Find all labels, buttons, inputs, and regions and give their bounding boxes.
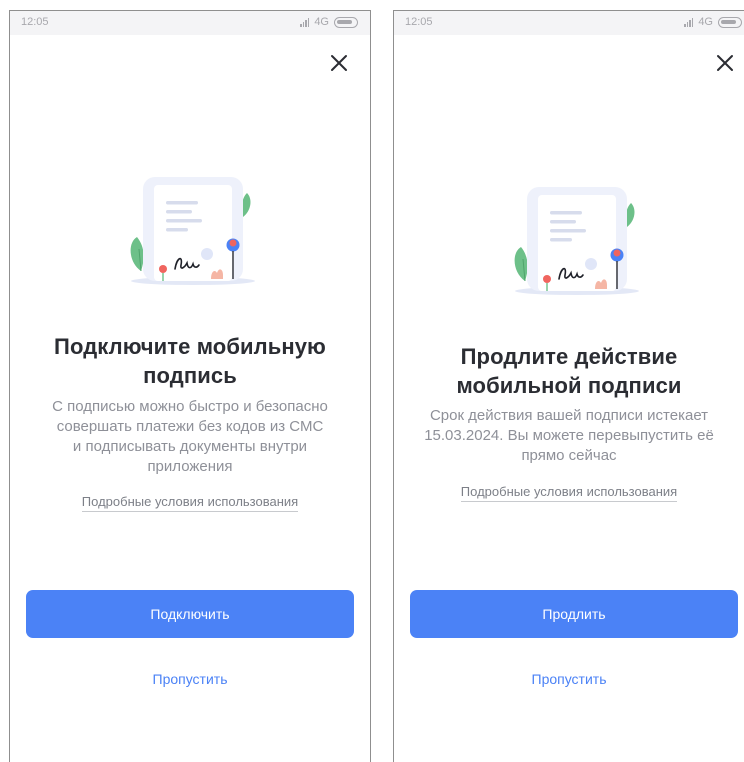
terms-link[interactable]: Подробные условия использования: [394, 484, 744, 502]
renew-button[interactable]: Продлить: [410, 590, 738, 638]
screen-description: Срок действия вашей подписи истекает 15.…: [424, 407, 714, 464]
status-bar: 12:05 4G: [394, 11, 744, 35]
terms-link[interactable]: Подробные условия использования: [10, 494, 370, 512]
status-time: 12:05: [405, 16, 433, 28]
close-icon[interactable]: [328, 52, 350, 74]
screenshot-canvas: 12:05 4G Подключите мобильную подпись С …: [0, 0, 744, 762]
signal-icon: [300, 17, 310, 27]
connect-button[interactable]: Подключить: [26, 590, 354, 638]
skip-button[interactable]: Пропустить: [394, 671, 744, 687]
signed-document-illustration: [507, 187, 647, 307]
terms-link-label: Подробные условия использования: [81, 494, 299, 512]
screen-title: Продлите действие мобильной подписи: [456, 344, 682, 398]
phone-screen-connect: 12:05 4G Подключите мобильную подпись С …: [9, 10, 371, 762]
signal-icon: [684, 17, 694, 27]
status-time: 12:05: [21, 16, 49, 28]
status-indicators: 4G: [300, 16, 358, 28]
screen-description: С подписью можно быстро и безопасно сове…: [52, 398, 328, 475]
status-indicators: 4G: [684, 16, 742, 28]
close-icon[interactable]: [714, 52, 736, 74]
network-type: 4G: [314, 16, 329, 28]
signed-document-illustration: [123, 177, 263, 297]
terms-link-label: Подробные условия использования: [460, 484, 678, 502]
network-type: 4G: [698, 16, 713, 28]
status-bar: 12:05 4G: [10, 11, 370, 35]
screen-title: Подключите мобильную подпись: [54, 334, 326, 388]
skip-button[interactable]: Пропустить: [10, 671, 370, 687]
battery-icon: [334, 16, 358, 28]
battery-icon: [718, 16, 742, 28]
phone-screen-renew: 12:05 4G Продлите действие мобильной под…: [393, 10, 744, 762]
